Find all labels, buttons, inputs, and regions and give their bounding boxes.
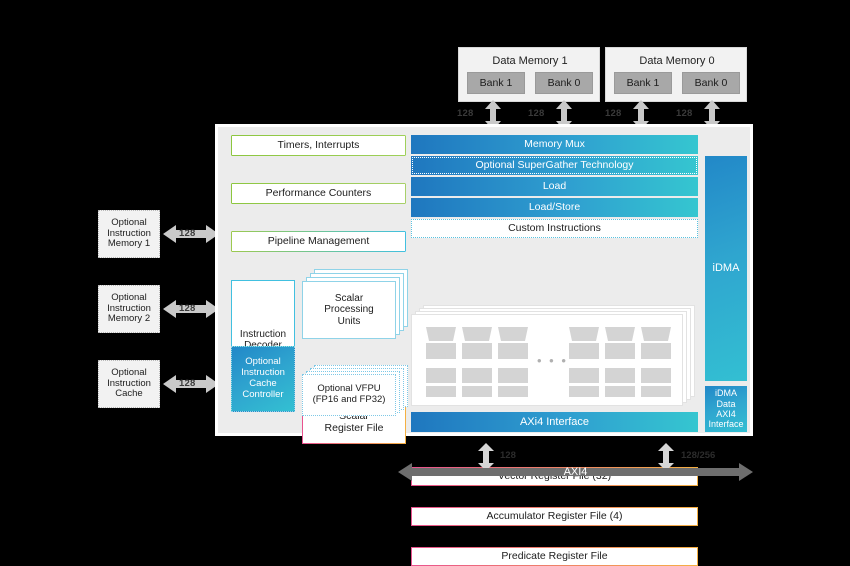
data-memory-1-box: Data Memory 1 Bank 1 Bank 0 <box>458 47 600 102</box>
arrow-width-label-0a: 128 <box>605 108 622 119</box>
optional-supergather-block: Optional SuperGather Technology <box>411 156 698 175</box>
data-memory-1-title: Data Memory 1 <box>492 54 568 67</box>
instruction-cache-width: 128 <box>179 378 196 389</box>
idma-block: iDMA <box>705 156 747 381</box>
arrow-width-label-0b: 128 <box>676 108 693 119</box>
instruction-memory-1-width: 128 <box>179 228 196 239</box>
optional-instruction-memory-1-box: Optional Instruction Memory 1 <box>98 210 160 258</box>
data-memory-0-bank-0: Bank 0 <box>682 72 740 94</box>
predicate-register-file-block: Predicate Register File <box>411 547 698 566</box>
instruction-memory-2-width: 128 <box>179 303 196 314</box>
load-store-block: Load/Store <box>411 198 698 217</box>
data-memory-0-box: Data Memory 0 Bank 1 Bank 0 <box>605 47 747 102</box>
load-block: Load <box>411 177 698 196</box>
optional-vfpu-stack: Optional VFPU (FP16 and FP32) <box>302 365 412 417</box>
vector-lanes-stack: • • • <box>411 305 698 409</box>
custom-instructions-block: Custom Instructions <box>411 219 698 238</box>
timers-interrupts-block: Timers, Interrupts <box>231 135 406 156</box>
vector-lanes-ellipsis: • • • <box>537 353 568 368</box>
optional-instruction-memory-2-box: Optional Instruction Memory 2 <box>98 285 160 333</box>
optional-instruction-cache-box: Optional Instruction Cache <box>98 360 160 408</box>
axi4-interface-block: AXi4 Interface <box>411 412 698 432</box>
accumulator-register-file-block: Accumulator Register File (4) <box>411 507 698 526</box>
data-memory-1-bank-1: Bank 1 <box>467 72 525 94</box>
idma-data-axi4-interface-block: iDMA Data AXI4 Interface <box>705 386 747 432</box>
axi4-bus-label: AXI4 <box>563 465 588 478</box>
arrow-width-label-1a: 128 <box>457 108 474 119</box>
vector-lane-grid: • • • <box>411 314 683 406</box>
optional-vfpu-label: Optional VFPU (FP16 and FP32) <box>302 374 396 416</box>
processor-core-container: Timers, Interrupts Performance Counters … <box>215 124 753 566</box>
data-memory-0-title: Data Memory 0 <box>639 54 715 67</box>
scalar-processing-units-label: Scalar Processing Units <box>302 281 396 339</box>
memory-mux-block: Memory Mux <box>411 135 698 154</box>
optional-instruction-cache-controller-block: Optional Instruction Cache Controller <box>231 346 295 412</box>
performance-counters-block: Performance Counters <box>231 183 406 204</box>
arrow-width-label-1b: 128 <box>528 108 545 119</box>
scalar-processing-units-stack: Scalar Processing Units <box>302 269 412 339</box>
data-memory-0-bank-1: Bank 1 <box>614 72 672 94</box>
diagram-canvas: Data Memory 1 Bank 1 Bank 0 Data Memory … <box>0 0 850 566</box>
data-memory-1-bank-0: Bank 0 <box>535 72 593 94</box>
pipeline-management-block: Pipeline Management <box>231 231 406 252</box>
